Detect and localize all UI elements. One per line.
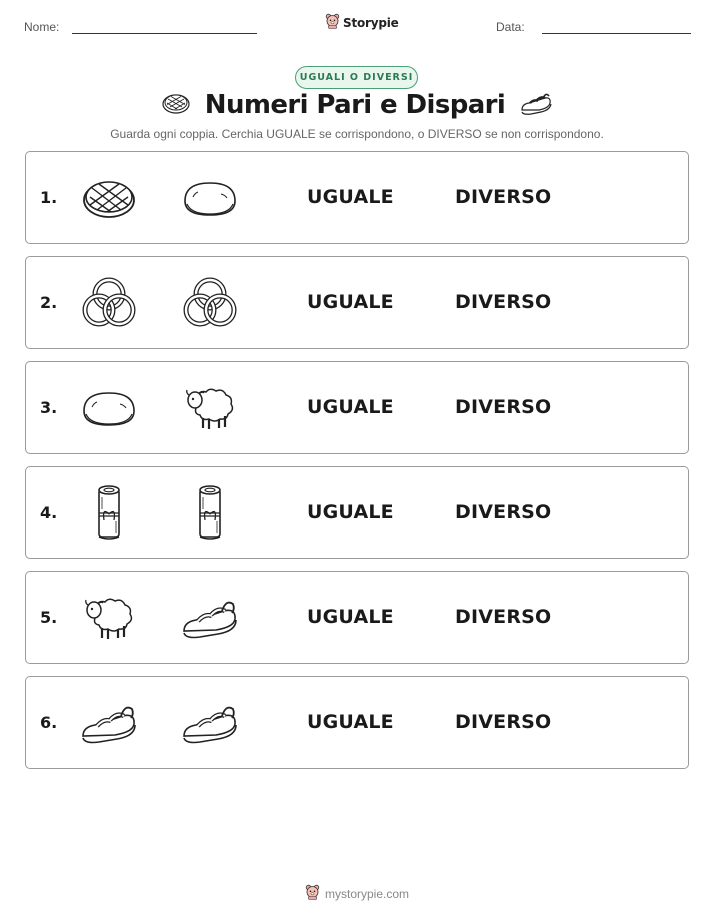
exercise-list: 1. UGUALE DIVERSO 2. UGUALE DIVERSO 3. UGUALE DI…: [25, 151, 689, 781]
different-option[interactable]: DIVERSO: [455, 606, 551, 628]
row-number: 1.: [40, 188, 58, 207]
same-option[interactable]: UGUALE: [307, 501, 394, 523]
instructions: Guarda ogni coppia. Cerchia UGUALE se co…: [110, 127, 604, 141]
same-option[interactable]: UGUALE: [307, 606, 394, 628]
row-number: 3.: [40, 398, 58, 417]
flatbread-icon: [79, 170, 139, 226]
scroll-icon: [79, 485, 139, 541]
bread-loaf-icon: [79, 380, 139, 436]
different-option[interactable]: DIVERSO: [455, 396, 551, 418]
footer: mystorypie.com: [0, 884, 714, 904]
bear-icon: [305, 884, 320, 904]
row-number: 5.: [40, 608, 58, 627]
scroll-icon: [180, 485, 240, 541]
brand-name: Storypie: [343, 16, 399, 30]
exercise-row: 5. UGUALE DIVERSO: [25, 571, 689, 664]
sheep-icon: [79, 590, 139, 646]
different-option[interactable]: DIVERSO: [455, 186, 551, 208]
trinity-rings-icon: [180, 275, 240, 331]
sandal-icon: [519, 90, 553, 120]
bread-loaf-icon: [180, 170, 240, 226]
category-badge: UGUALI O DIVERSI: [295, 66, 418, 89]
footer-url[interactable]: mystorypie.com: [325, 887, 409, 901]
row-number: 6.: [40, 713, 58, 732]
exercise-row: 4. UGUALE DIVERSO: [25, 466, 689, 559]
different-option[interactable]: DIVERSO: [455, 291, 551, 313]
same-option[interactable]: UGUALE: [307, 291, 394, 313]
exercise-row: 2. UGUALE DIVERSO: [25, 256, 689, 349]
same-option[interactable]: UGUALE: [307, 186, 394, 208]
sheep-icon: [180, 380, 240, 436]
different-option[interactable]: DIVERSO: [455, 501, 551, 523]
bear-icon: [325, 13, 340, 33]
page-title: Numeri Pari e Dispari: [204, 90, 506, 120]
title-row: Numeri Pari e Dispari: [0, 90, 714, 120]
exercise-row: 1. UGUALE DIVERSO: [25, 151, 689, 244]
sandal-icon: [180, 695, 240, 751]
same-option[interactable]: UGUALE: [307, 711, 394, 733]
row-number: 2.: [40, 293, 58, 312]
exercise-row: 3. UGUALE DIVERSO: [25, 361, 689, 454]
exercise-row: 6. UGUALE DIVERSO: [25, 676, 689, 769]
name-label: Nome:: [24, 20, 60, 34]
sandal-icon: [79, 695, 139, 751]
row-number: 4.: [40, 503, 58, 522]
date-label: Data:: [496, 20, 525, 34]
name-field[interactable]: [72, 33, 257, 34]
same-option[interactable]: UGUALE: [307, 396, 394, 418]
flatbread-icon: [161, 91, 191, 119]
sandal-icon: [180, 590, 240, 646]
brand-logo: Storypie: [325, 13, 399, 33]
trinity-rings-icon: [79, 275, 139, 331]
different-option[interactable]: DIVERSO: [455, 711, 551, 733]
date-field[interactable]: [542, 33, 691, 34]
